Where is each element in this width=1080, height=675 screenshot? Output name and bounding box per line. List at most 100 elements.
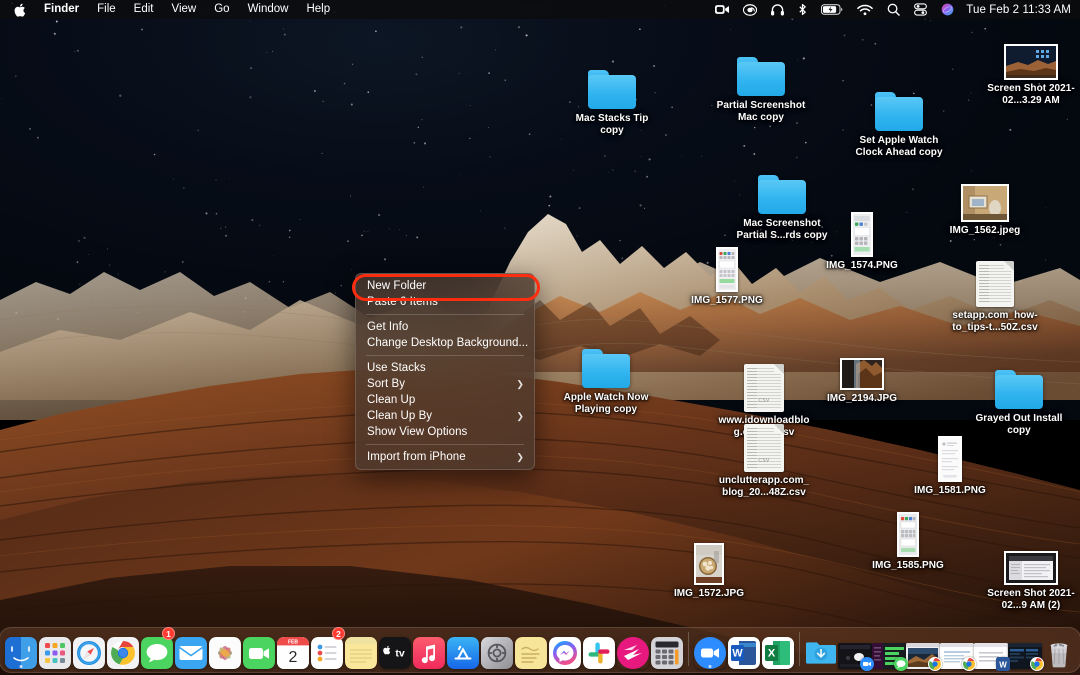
desktop-icon-folder[interactable]: Set Apple Watch Clock Ahead copy (851, 80, 947, 158)
menu-item-go[interactable]: Go (205, 0, 238, 19)
dock-running-indicator (598, 665, 601, 668)
desktop-icon-image[interactable]: IMG_1572.JPG (661, 533, 757, 600)
wifi-icon[interactable] (850, 0, 880, 19)
dock-item-word[interactable]: W (727, 629, 761, 669)
desktop-icon-image[interactable]: IMG_2194.JPG (814, 338, 910, 405)
desktop-icon-screenshot[interactable]: Screen Shot 2021-02...9 AM (2) (983, 533, 1079, 611)
dock-minimized-word-window[interactable]: W (974, 629, 1008, 669)
desktop-icon-csv[interactable]: CSV unclutterapp.com_blog_20...48Z.csv (716, 420, 812, 498)
desktop-icon-image[interactable]: IMG_1574.PNG (814, 205, 910, 272)
dock[interactable]: 1 (0, 627, 1080, 673)
dock-item-system-preferences[interactable] (480, 629, 514, 669)
battery-charging-icon[interactable] (814, 0, 850, 19)
desktop-icon-folder[interactable]: Grayed Out Install copy (971, 358, 1067, 436)
menu-bar-clock[interactable]: Tue Feb 2 11:33 AM (961, 4, 1071, 16)
dock-item-music[interactable] (412, 629, 446, 669)
zoom-badge-icon (860, 657, 874, 671)
dock-item-finder[interactable] (4, 629, 38, 669)
menu-item-window[interactable]: Window (239, 0, 298, 19)
desktop-icon-image[interactable]: IMG_1562.jpeg (937, 170, 1033, 237)
creative-cloud-icon[interactable] (736, 0, 764, 19)
desktop-icon-image[interactable]: IMG_1581.PNG (902, 430, 998, 497)
video-camera-icon[interactable] (708, 0, 736, 19)
menu-item-help[interactable]: Help (297, 0, 339, 19)
dock-item-stickies[interactable] (514, 629, 548, 669)
dock-item-messenger[interactable] (548, 629, 582, 669)
context-menu-item-show-view-options[interactable]: Show View Options (356, 424, 534, 440)
context-menu-item-clean-up[interactable]: Clean Up (356, 392, 534, 408)
desktop-icon-folder[interactable]: Apple Watch Now Playing copy (558, 337, 654, 415)
reminders-badge: 2 (332, 627, 345, 640)
dock-minimized-zoom-window[interactable] (838, 629, 872, 669)
dock-item-appletv[interactable]: tv (378, 629, 412, 669)
menu-item-view[interactable]: View (163, 0, 206, 19)
context-menu-item-new-folder[interactable]: New Folder (356, 278, 534, 294)
dock-item-trash[interactable] (1042, 629, 1076, 669)
context-menu-label: Clean Up (367, 392, 415, 408)
dock-item-calendar[interactable]: FEB 2 (276, 629, 310, 669)
siri-icon[interactable] (934, 0, 961, 19)
photos-icon (209, 637, 241, 669)
context-menu-item-import-from-iphone[interactable]: Import from iPhone ❯ (356, 449, 534, 465)
dock-item-excel[interactable]: X (761, 629, 795, 669)
context-menu-item-change-desktop-background[interactable]: Change Desktop Background... (356, 335, 534, 351)
dock-item-skitch[interactable] (616, 629, 650, 669)
dock-item-facetime[interactable] (242, 629, 276, 669)
dock-item-appstore[interactable] (446, 629, 480, 669)
photo-thumbnail-icon (961, 170, 1009, 222)
menu-bar[interactable]: Finder File Edit View Go Window Help (0, 0, 1080, 19)
context-menu-label: Sort By (367, 376, 405, 392)
desktop-icon-label: unclutterapp.com_blog_20...48Z.csv (716, 475, 812, 498)
dock-item-chrome[interactable] (106, 629, 140, 669)
desktop-icon-csv[interactable]: setapp.com_how-to_tips-t...50Z.csv (947, 255, 1043, 333)
apple-logo-icon[interactable] (8, 3, 35, 17)
dock-item-mail[interactable] (174, 629, 208, 669)
bluetooth-icon[interactable] (791, 0, 814, 19)
desktop-icon-image[interactable]: IMG_1577.PNG (679, 240, 775, 307)
photo-thumbnail-icon (840, 338, 884, 390)
folder-icon (582, 337, 630, 389)
desktop-icon-screenshot[interactable]: Screen Shot 2021-02...3.29 AM (983, 28, 1079, 106)
csv-document-icon: CSV (744, 360, 784, 412)
context-menu-label: Paste 6 Items (367, 294, 438, 310)
dock-running-indicator (88, 665, 91, 668)
dock-item-safari[interactable] (72, 629, 106, 669)
desktop-icon-folder[interactable]: Partial Screenshot Mac copy (713, 45, 809, 123)
dock-minimized-chrome-photo-window[interactable] (906, 629, 940, 669)
desktop-icon-label: IMG_1574.PNG (826, 260, 898, 272)
dock-item-slack[interactable] (582, 629, 616, 669)
dock-item-launchpad[interactable] (38, 629, 72, 669)
csv-label: CSV (744, 398, 784, 404)
dock-item-calculator[interactable] (650, 629, 684, 669)
control-center-icon[interactable] (907, 0, 934, 19)
context-menu-item-sort-by[interactable]: Sort By ❯ (356, 376, 534, 392)
menu-item-edit[interactable]: Edit (125, 0, 163, 19)
dock-item-photos[interactable] (208, 629, 242, 669)
menu-item-file[interactable]: File (88, 0, 125, 19)
messages-badge: 1 (162, 627, 175, 640)
desktop-icon-folder[interactable]: Mac Stacks Tip copy (564, 58, 660, 136)
dock-item-reminders[interactable]: 2 (310, 629, 344, 669)
context-menu-label: Use Stacks (367, 360, 426, 376)
context-menu-item-get-info[interactable]: Get Info (356, 319, 534, 335)
desktop-icon-label: Mac Stacks Tip copy (564, 113, 660, 136)
context-menu-item-use-stacks[interactable]: Use Stacks (356, 360, 534, 376)
dock-item-notes[interactable] (344, 629, 378, 669)
menu-item-finder[interactable]: Finder (35, 0, 88, 19)
headphones-icon[interactable] (764, 0, 791, 19)
dock-minimized-slack-window[interactable] (872, 629, 906, 669)
context-menu-item-clean-up-by[interactable]: Clean Up By ❯ (356, 408, 534, 424)
messenger-icon (549, 637, 581, 669)
dock-item-downloads-folder[interactable] (804, 629, 838, 669)
dock-item-messages[interactable]: 1 (140, 629, 174, 669)
desktop-icon-image[interactable]: IMG_1585.PNG (860, 505, 956, 572)
dock-running-indicator (777, 665, 780, 668)
dock-item-zoom[interactable] (693, 629, 727, 669)
search-icon[interactable] (880, 0, 907, 19)
dock-minimized-chrome-doc-window[interactable] (940, 629, 974, 669)
desktop-context-menu[interactable]: New Folder Paste 6 Items Get Info Change… (355, 273, 535, 470)
dock-minimized-chrome-dark-window[interactable] (1008, 629, 1042, 669)
chevron-right-icon: ❯ (516, 376, 524, 392)
mail-icon (175, 637, 207, 669)
context-menu-item-paste[interactable]: Paste 6 Items (356, 294, 534, 310)
